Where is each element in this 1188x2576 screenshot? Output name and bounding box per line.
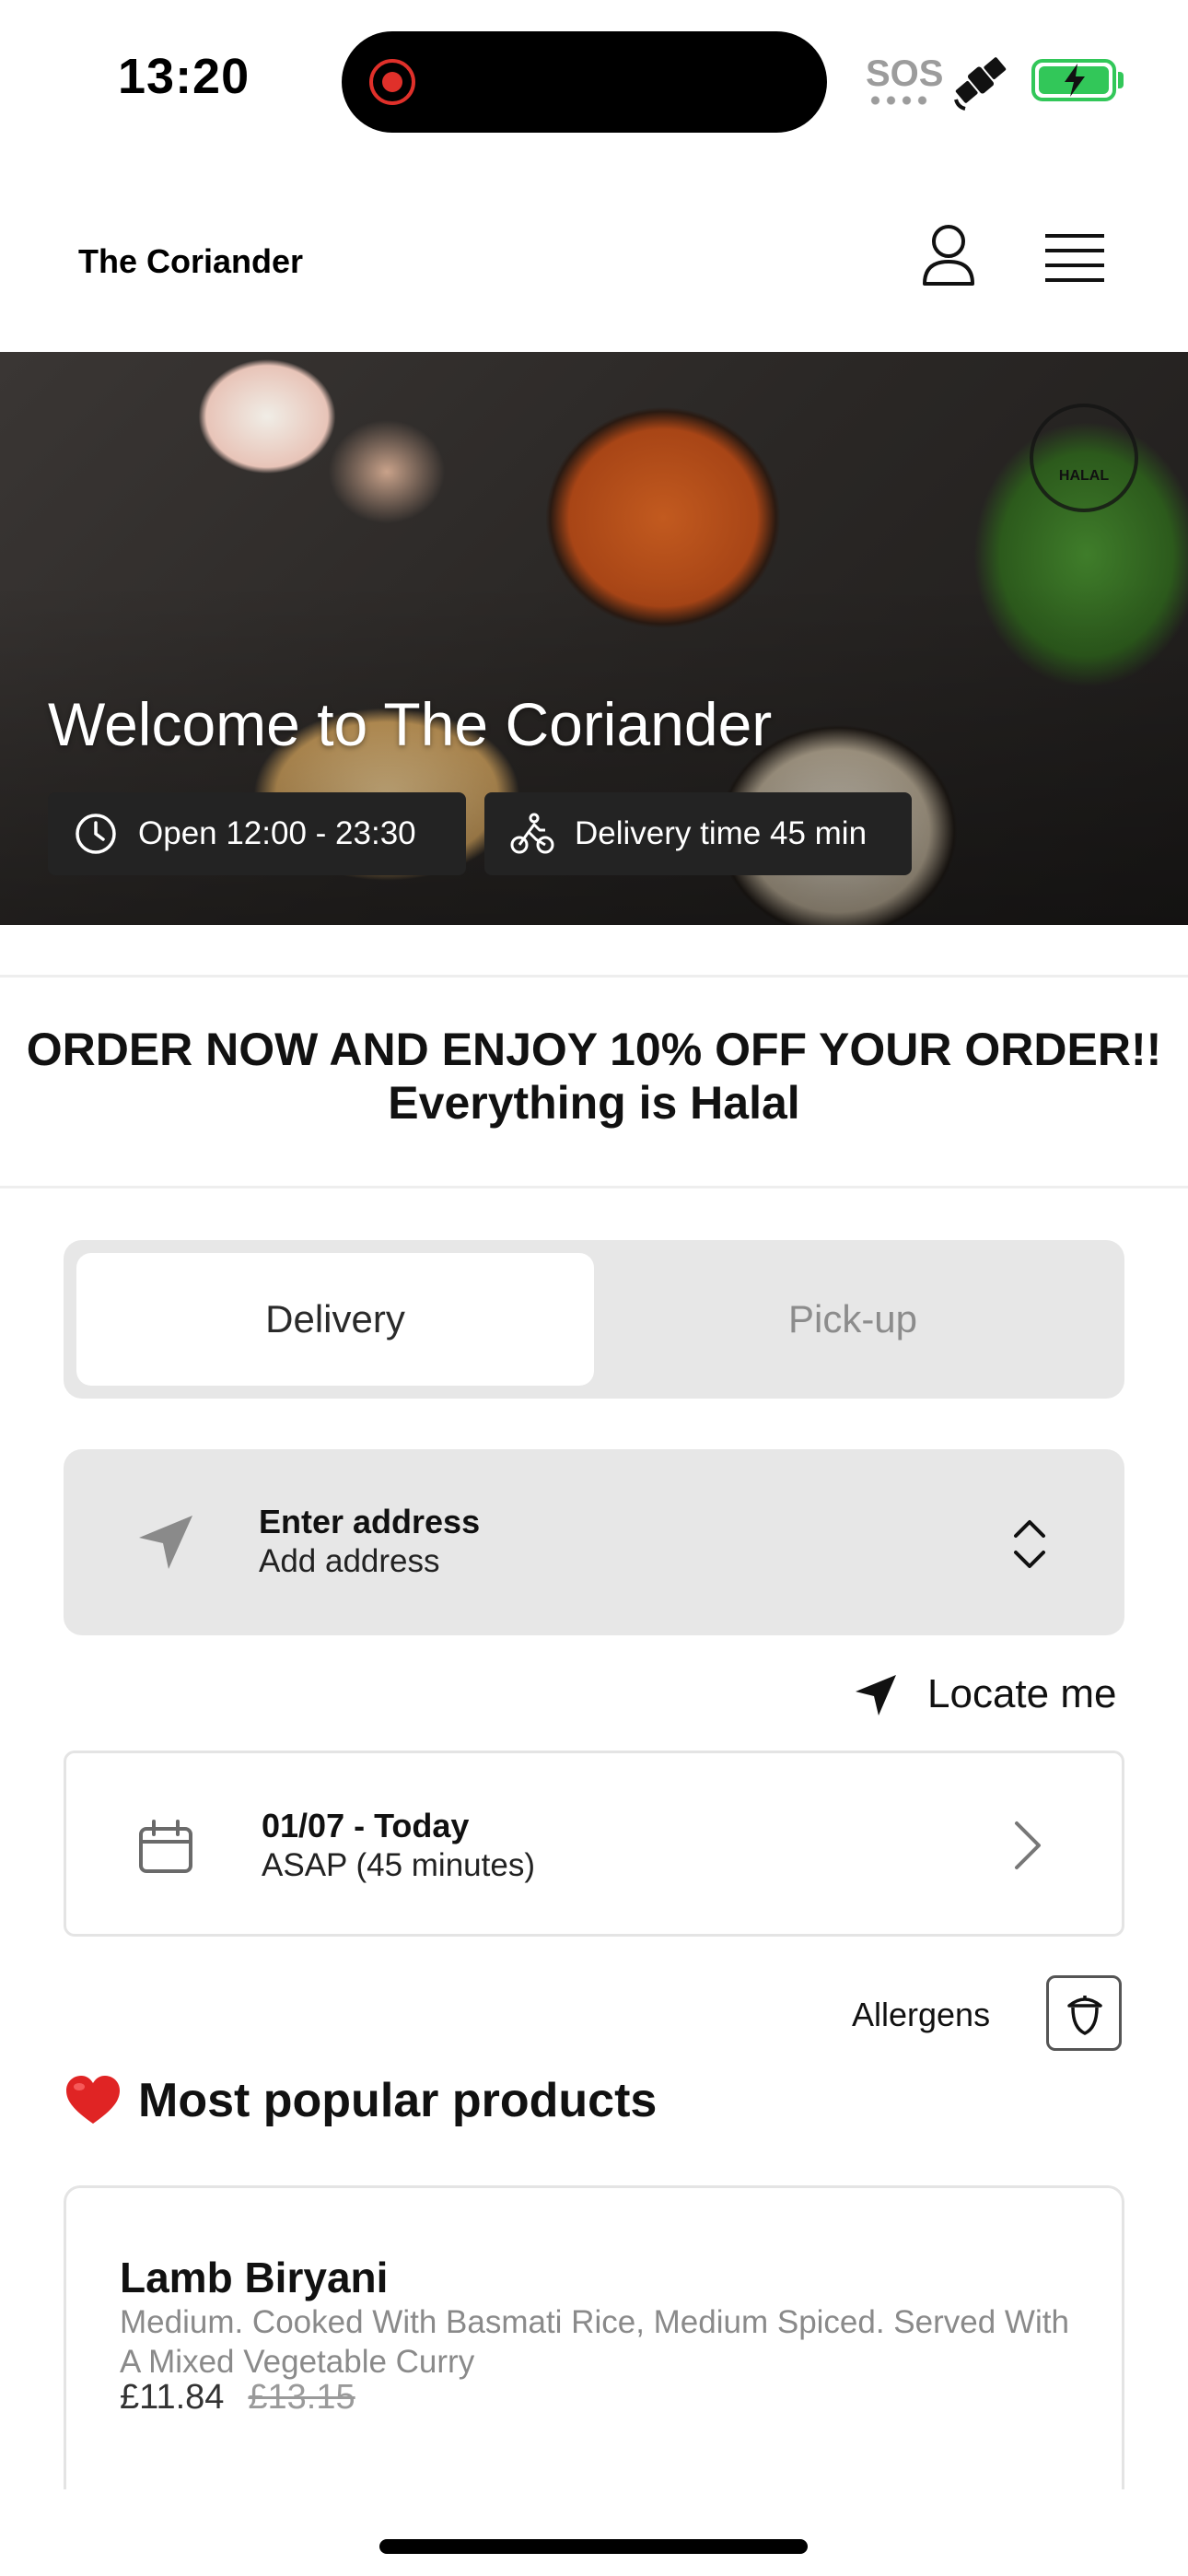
product-description: Medium. Cooked With Basmati Rice, Medium… [120, 2304, 1069, 2380]
product-original-price: £13.15 [248, 2378, 355, 2417]
halal-badge-text: HALAL [1058, 468, 1110, 484]
product-name: Lamb Biryani [120, 2254, 389, 2301]
allergens-label: Allergens [852, 1996, 991, 2033]
product-price: £11.84 [120, 2378, 225, 2417]
sos-label: SOS [866, 53, 944, 94]
home-indicator[interactable] [379, 2539, 808, 2554]
halal-badge: HALAL [1030, 404, 1138, 512]
navigation-arrow-icon [139, 1516, 192, 1569]
locate-me-button[interactable]: Locate me [852, 1666, 1128, 1725]
user-icon[interactable] [921, 223, 976, 287]
delivery-time-pill: Delivery time 45 min [484, 792, 912, 875]
schedule-date: 01/07 - Today [262, 1807, 470, 1844]
clock-icon [76, 814, 116, 854]
chevron-up-down-icon [1014, 1520, 1045, 1568]
promo-line-2: Everything is Halal [388, 1077, 800, 1129]
opening-hours-text: Open 12:00 - 23:30 [138, 815, 416, 851]
promo-banner: ORDER NOW AND ENJOY 10% OFF YOUR ORDER!!… [0, 1023, 1188, 1130]
hero-title: Welcome to The Coriander [48, 690, 773, 758]
promo-line-1: ORDER NOW AND ENJOY 10% OFF YOUR ORDER!! [26, 1024, 1162, 1075]
opening-hours-pill: Open 12:00 - 23:30 [48, 792, 466, 875]
chevron-right-icon [1015, 1821, 1041, 1869]
battery-icon [1031, 59, 1116, 101]
hero-banner: HALAL Welcome to The Coriander Open 12:0… [0, 352, 1188, 925]
signal-dots-icon [868, 96, 932, 105]
address-subtitle: Add address [259, 1543, 440, 1579]
delivery-tab[interactable]: Delivery [76, 1253, 594, 1386]
divider [0, 1186, 1188, 1188]
allergens-button[interactable] [1046, 1975, 1122, 2051]
calendar-icon [139, 1820, 192, 1873]
screen-recording-icon [369, 59, 415, 105]
price-row: £11.84 £13.15 [120, 2378, 355, 2418]
product-card[interactable]: Lamb Biryani Medium. Cooked With Basmati… [64, 2185, 1124, 2489]
menu-icon[interactable] [1045, 232, 1104, 284]
app-header: The Coriander [0, 157, 1188, 352]
heart-icon [66, 2076, 120, 2124]
address-selector[interactable]: Enter address Add address [64, 1449, 1124, 1635]
pickup-tab[interactable]: Pick-up [594, 1253, 1112, 1386]
delivery-time-text: Delivery time 45 min [575, 815, 868, 851]
popular-products-heading: Most popular products [64, 2073, 657, 2128]
status-time: 13:20 [118, 49, 250, 104]
order-type-toggle: Delivery Pick-up [64, 1240, 1124, 1399]
locate-me-label: Locate me [927, 1671, 1117, 1716]
status-bar: 13:20 SOS [0, 0, 1188, 157]
divider [0, 975, 1188, 978]
brand-name[interactable]: The Coriander [78, 242, 303, 281]
satellite-icon [954, 57, 1007, 111]
bicycle-courier-icon [510, 813, 554, 854]
popular-products-title: Most popular products [138, 2074, 658, 2127]
schedule-selector[interactable]: 01/07 - Today ASAP (45 minutes) [64, 1751, 1124, 1937]
acorn-icon [1067, 1996, 1102, 2035]
battery-tip [1118, 72, 1124, 88]
address-title: Enter address [259, 1503, 481, 1540]
location-arrow-icon [856, 1675, 896, 1715]
schedule-time: ASAP (45 minutes) [262, 1847, 535, 1883]
dynamic-island [342, 31, 827, 133]
